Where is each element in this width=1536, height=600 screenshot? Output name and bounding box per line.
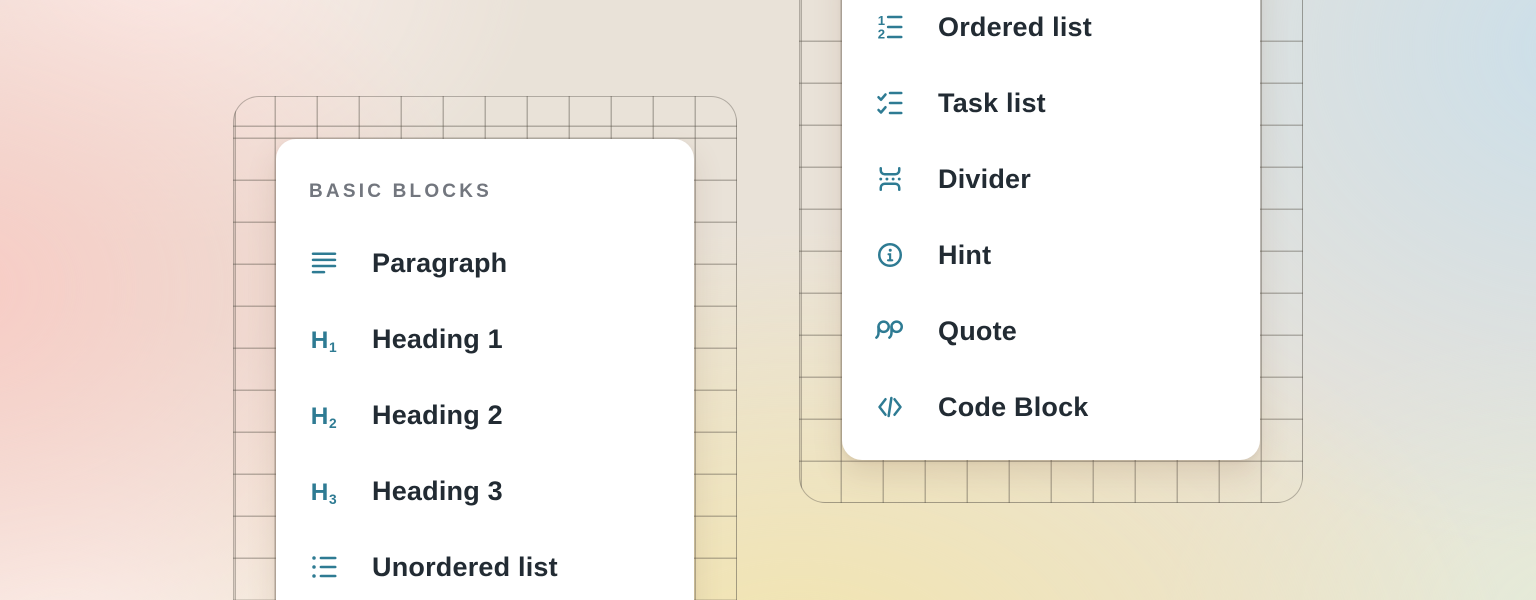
menu-item-label: Task list — [938, 88, 1046, 119]
heading-1-icon: H1 — [309, 324, 339, 354]
divider-icon — [875, 164, 905, 194]
menu-item-unordered-list[interactable]: Unordered list — [309, 529, 664, 600]
menu-item-divider[interactable]: Divider — [875, 141, 1230, 217]
svg-text:H: H — [311, 327, 329, 354]
svg-text:2: 2 — [329, 416, 337, 430]
ordered-list-icon: 12 — [875, 12, 905, 42]
menu-item-quote[interactable]: Quote — [875, 293, 1230, 369]
basic-blocks-menu: BASIC BLOCKS ParagraphH1Heading 1H2Headi… — [276, 139, 694, 600]
menu-item-hint[interactable]: Hint — [875, 217, 1230, 293]
menu-item-label: Ordered list — [938, 12, 1092, 43]
menu-item-label: Divider — [938, 164, 1031, 195]
menu-item-task-list[interactable]: Task list — [875, 65, 1230, 141]
svg-text:1: 1 — [329, 340, 337, 354]
task-list-icon — [875, 88, 905, 118]
menu-item-label: Hint — [938, 240, 991, 271]
menu-item-label: Code Block — [938, 392, 1089, 423]
heading-3-icon: H3 — [309, 476, 339, 506]
code-block-icon — [875, 392, 905, 422]
paragraph-icon — [309, 248, 339, 278]
svg-text:2: 2 — [878, 27, 885, 42]
menu-item-label: Heading 1 — [372, 324, 503, 355]
menu-item-heading-2[interactable]: H2 Heading 2 — [309, 377, 664, 453]
menu-item-code-block[interactable]: Code Block — [875, 369, 1230, 445]
menu-item-ordered-list[interactable]: 12 Ordered list — [875, 0, 1230, 65]
menu-item-label: Quote — [938, 316, 1017, 347]
insert-blocks-item-list: 12 Ordered list Task list Divider Hint Quote C… — [875, 0, 1230, 445]
svg-text:H: H — [311, 479, 329, 506]
menu-item-label: Paragraph — [372, 248, 507, 279]
menu-item-heading-1[interactable]: H1 Heading 1 — [309, 301, 664, 377]
unordered-list-icon — [309, 552, 339, 582]
menu-item-label: Unordered list — [372, 552, 558, 583]
menu-item-paragraph[interactable]: Paragraph — [309, 225, 664, 301]
section-label-basic-blocks: BASIC BLOCKS — [309, 173, 664, 211]
svg-text:H: H — [311, 403, 329, 430]
basic-blocks-item-list: ParagraphH1Heading 1H2Heading 2H3Heading… — [309, 225, 664, 600]
hint-icon — [875, 240, 905, 270]
heading-2-icon: H2 — [309, 400, 339, 430]
menu-item-label: Heading 3 — [372, 476, 503, 507]
insert-blocks-menu: 12 Ordered list Task list Divider Hint Quote C… — [842, 0, 1260, 460]
quote-icon — [875, 316, 905, 346]
svg-text:3: 3 — [329, 492, 337, 506]
menu-item-heading-3[interactable]: H3 Heading 3 — [309, 453, 664, 529]
menu-item-label: Heading 2 — [372, 400, 503, 431]
